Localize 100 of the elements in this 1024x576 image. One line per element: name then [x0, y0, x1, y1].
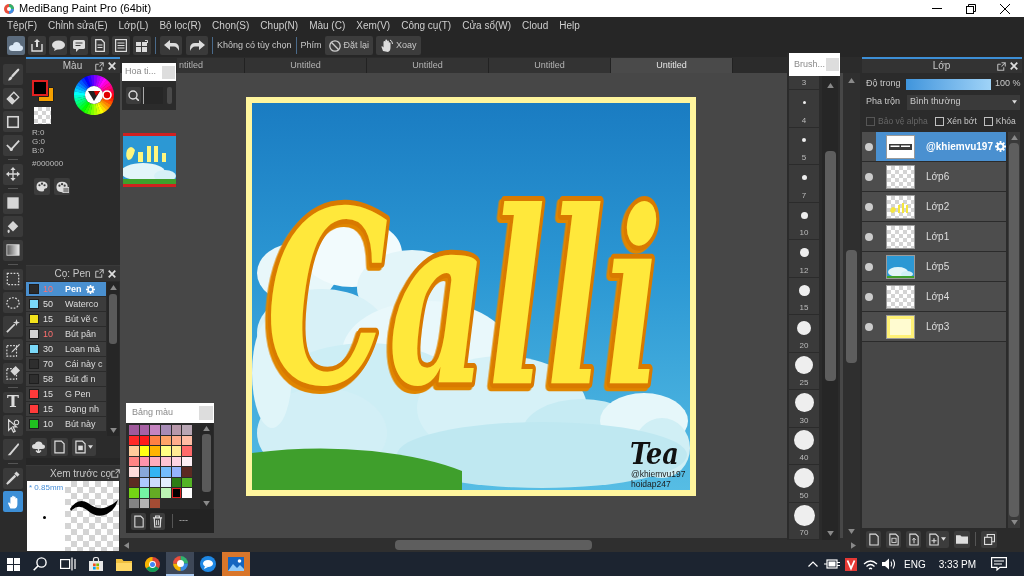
eyedropper-button[interactable]: [3, 467, 23, 489]
color-swatch-icon[interactable]: [129, 477, 139, 487]
reset-button[interactable]: Đặt lại: [324, 36, 374, 55]
select-tool-button[interactable]: [3, 268, 23, 290]
eraser-tool-button[interactable]: [3, 87, 23, 109]
visibility-icon[interactable]: [865, 142, 873, 151]
color-swatch-icon[interactable]: [171, 425, 182, 435]
visibility-icon[interactable]: [865, 262, 873, 271]
color-swatch-icon[interactable]: [139, 456, 150, 466]
color-wheel[interactable]: [74, 75, 114, 115]
grid-button[interactable]: [133, 36, 151, 55]
add-layer-button[interactable]: [926, 530, 949, 548]
document-tab[interactable]: Untitled: [245, 58, 367, 73]
brush-size-item[interactable]: 40: [789, 427, 819, 465]
close-icon[interactable]: [108, 269, 116, 278]
menu-item[interactable]: Chỉnh sửa(E): [48, 18, 108, 33]
scroll-down-icon[interactable]: [1010, 520, 1018, 525]
color-swatch-icon[interactable]: [182, 425, 192, 435]
checkbox[interactable]: [983, 116, 993, 126]
color-swatch-icon[interactable]: [139, 425, 150, 435]
settings-icon[interactable]: [995, 141, 1006, 152]
brush-item[interactable]: 30 Loan mà: [26, 342, 106, 357]
color-swatch-icon[interactable]: [171, 435, 182, 445]
color-swatch-icon[interactable]: [161, 456, 171, 466]
color-swatch-icon[interactable]: [171, 446, 182, 456]
layer-item[interactable]: Lớp3: [862, 312, 1006, 342]
visibility-icon[interactable]: [865, 292, 873, 301]
folder-button[interactable]: [954, 530, 970, 548]
primary-color-swatch[interactable]: [32, 80, 48, 96]
new-palette-button[interactable]: [131, 512, 146, 530]
brush-size-item[interactable]: 70: [789, 502, 819, 540]
close-icon[interactable]: [1010, 62, 1018, 70]
palette-button[interactable]: [34, 178, 50, 195]
scroll-up-icon[interactable]: [848, 78, 855, 83]
share-button[interactable]: [28, 36, 46, 55]
layer-item[interactable]: Lớp2: [862, 192, 1006, 222]
color-swatch-icon[interactable]: [171, 456, 182, 466]
color-swatch-icon[interactable]: [171, 477, 182, 487]
scroll-down-icon[interactable]: [203, 501, 210, 506]
scrollbar-thumb[interactable]: [109, 294, 117, 344]
scrollbar-thumb[interactable]: [395, 540, 592, 550]
polyline-tool-button[interactable]: [3, 134, 23, 156]
color-swatch-icon[interactable]: [150, 488, 160, 498]
brush-item[interactable]: 70 Cái này c: [26, 357, 106, 372]
language-indicator[interactable]: ENG: [904, 556, 926, 572]
color-swatch-icon[interactable]: [182, 488, 192, 498]
scroll-right-icon[interactable]: [851, 541, 856, 549]
layer-item[interactable]: Lớp4: [862, 282, 1006, 312]
color-swatch-icon[interactable]: [129, 488, 139, 498]
brush-item[interactable]: 15 Bút vẽ c: [26, 312, 106, 327]
select-eraser-button[interactable]: [3, 362, 23, 384]
color-swatch-icon[interactable]: [182, 446, 192, 456]
scrollbar-thumb[interactable]: [1009, 143, 1019, 517]
duplicate-button[interactable]: [981, 530, 997, 548]
menu-item[interactable]: Màu (C): [309, 18, 346, 33]
menu-item[interactable]: Chọn(S): [212, 18, 250, 33]
transparent-color-swatch[interactable]: [34, 107, 51, 124]
brush-size-item[interactable]: 15: [789, 277, 819, 315]
color-swatch-icon[interactable]: [150, 435, 160, 445]
scrollbar[interactable]: [200, 423, 213, 509]
scroll-down-icon[interactable]: [826, 531, 834, 536]
menu-item[interactable]: Cloud: [522, 18, 549, 33]
color-swatch-icon[interactable]: [139, 446, 150, 456]
color-swatch-icon[interactable]: [161, 467, 171, 477]
copy-layer-button[interactable]: [886, 530, 901, 548]
menu-item[interactable]: Cửa sổ(W): [462, 18, 512, 33]
color-swatch-icon[interactable]: [182, 456, 192, 466]
color-swatch-icon[interactable]: [139, 498, 150, 508]
brush-size-item[interactable]: 20: [789, 315, 819, 353]
brush-item[interactable]: 50 Waterco: [26, 297, 106, 312]
brush-size-item[interactable]: 5: [789, 127, 819, 165]
menu-item[interactable]: Lớp(L): [118, 18, 149, 33]
color-swatch-icon[interactable]: [161, 425, 171, 435]
color-swatch-icon[interactable]: [161, 446, 171, 456]
visibility-icon[interactable]: [865, 172, 873, 181]
popout-icon[interactable]: [95, 269, 104, 278]
new-brush-button[interactable]: [51, 438, 68, 456]
scrollbar[interactable]: [843, 73, 860, 538]
scroll-up-icon[interactable]: [1010, 135, 1018, 140]
text-tool-button[interactable]: T: [3, 391, 23, 413]
brush-item[interactable]: 10 Bút này: [26, 417, 106, 432]
undo-button[interactable]: [160, 36, 182, 55]
color-swatch-icon[interactable]: [150, 425, 160, 435]
cloud-button[interactable]: [7, 36, 25, 55]
blend-mode-dropdown[interactable]: Bình thường: [907, 94, 1020, 110]
visibility-icon[interactable]: [865, 322, 873, 331]
color-swatch-icon[interactable]: [139, 477, 150, 487]
visibility-icon[interactable]: [865, 232, 873, 241]
color-swatch-icon[interactable]: [161, 477, 171, 487]
brush-size-item[interactable]: 50: [789, 465, 819, 503]
color-swatch-icon[interactable]: [139, 435, 150, 445]
color-swatch-icon[interactable]: [182, 467, 192, 477]
menu-item[interactable]: Help: [559, 18, 580, 33]
brush-size-item[interactable]: 4: [789, 90, 819, 128]
rotate-button[interactable]: Xoay: [376, 36, 421, 55]
scroll-up-icon[interactable]: [203, 426, 210, 431]
square-tool-button[interactable]: [3, 111, 23, 132]
brush-size-item[interactable]: 12: [789, 240, 819, 278]
brush-menu-button[interactable]: [72, 438, 96, 456]
popout-icon[interactable]: [997, 61, 1006, 71]
